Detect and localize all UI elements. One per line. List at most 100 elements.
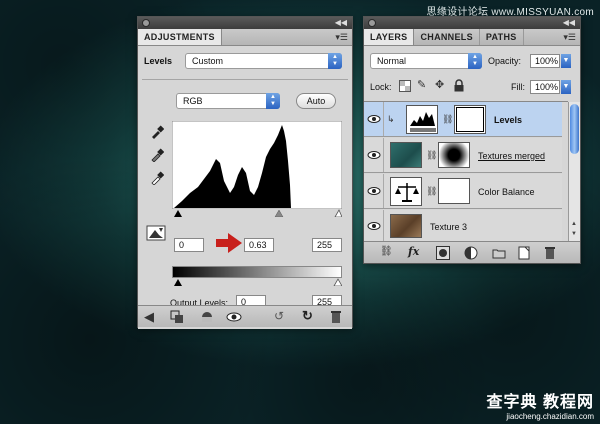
- layer-row-color-balance[interactable]: ⛓ Color Balance: [364, 174, 562, 209]
- tab-adjustments[interactable]: ADJUSTMENTS: [138, 29, 222, 45]
- auto-button[interactable]: Auto: [296, 93, 336, 109]
- chevron-updown-icon: ▲ ▼: [328, 53, 342, 69]
- layers-tabbar: LAYERS CHANNELS PATHS ▾☰: [364, 29, 580, 46]
- panel-menu-icon[interactable]: ▾☰: [563, 29, 576, 46]
- close-icon[interactable]: [368, 19, 376, 27]
- layer-mask-thumbnail[interactable]: [438, 142, 470, 168]
- panel-menu-icon[interactable]: ▾☰: [335, 29, 348, 46]
- chain-link-icon[interactable]: ⛓: [426, 150, 437, 161]
- scroll-up-icon[interactable]: ▲: [571, 221, 577, 227]
- layers-panel: ◀◀ LAYERS CHANNELS PATHS ▾☰ Normal ▲ ▼ Op…: [363, 16, 581, 264]
- adjustments-tabbar: ADJUSTMENTS ▾☰: [138, 29, 352, 46]
- layer-row-levels[interactable]: ↳ ⛓ Levels: [364, 102, 562, 137]
- channel-select[interactable]: RGB ▲ ▼: [176, 93, 280, 109]
- input-black-field[interactable]: 0: [174, 238, 204, 252]
- input-gamma-field[interactable]: 0.63: [244, 238, 274, 252]
- visibility-eye-icon[interactable]: [367, 186, 381, 196]
- clip-layer-icon[interactable]: [200, 310, 214, 324]
- white-eyedropper-icon[interactable]: [150, 171, 164, 185]
- gray-eyedropper-icon[interactable]: [150, 148, 164, 162]
- input-white-field[interactable]: 255: [312, 238, 342, 252]
- red-arrow-icon: [216, 233, 242, 253]
- new-layer-icon[interactable]: [518, 246, 530, 260]
- trash-icon[interactable]: [544, 246, 556, 260]
- visibility-eye-icon[interactable]: [367, 150, 381, 160]
- color-balance-thumbnail-icon: [390, 177, 422, 206]
- opacity-label: Opacity:: [488, 56, 522, 66]
- layer-style-icon[interactable]: fx: [408, 245, 419, 258]
- layers-titlebar: ◀◀: [364, 17, 580, 29]
- visibility-eye-icon[interactable]: [226, 311, 242, 323]
- layer-mask-thumbnail[interactable]: [438, 178, 470, 204]
- trash-icon[interactable]: [330, 310, 342, 324]
- tab-layers[interactable]: LAYERS: [364, 29, 415, 45]
- fill-dropdown-icon[interactable]: ▼: [561, 80, 571, 94]
- preset-select[interactable]: Custom ▲ ▼: [185, 53, 342, 69]
- adjustments-titlebar: ◀◀: [138, 17, 352, 29]
- layer-name[interactable]: Textures merged: [478, 151, 545, 161]
- blend-mode-value: Normal: [377, 56, 407, 66]
- new-group-icon[interactable]: [492, 247, 506, 259]
- texture-thumbnail: [390, 214, 422, 238]
- layer-visibility-toggle[interactable]: [364, 174, 384, 208]
- layer-name[interactable]: Color Balance: [478, 187, 535, 197]
- layer-row-textures-merged[interactable]: ⛓ Textures merged: [364, 138, 562, 173]
- visibility-eye-icon[interactable]: [367, 221, 381, 231]
- layer-visibility-toggle[interactable]: [364, 102, 384, 136]
- chevron-updown-icon: ▲ ▼: [266, 93, 280, 109]
- add-mask-icon[interactable]: [436, 246, 450, 260]
- panel-view-icon[interactable]: [170, 310, 184, 324]
- layer-visibility-toggle[interactable]: [364, 138, 384, 172]
- layers-scrollbar[interactable]: ▲ ▼: [568, 102, 580, 241]
- lock-position-icon[interactable]: ✥: [435, 78, 444, 91]
- adjustments-bottombar: ◀ ↺ ↻: [138, 305, 352, 327]
- lock-label: Lock:: [370, 82, 392, 92]
- fill-label: Fill:: [511, 82, 525, 92]
- tab-channels[interactable]: CHANNELS: [414, 29, 480, 45]
- chain-link-icon[interactable]: ⛓: [442, 114, 453, 125]
- scroll-down-icon[interactable]: ▼: [571, 231, 577, 237]
- collapse-icon[interactable]: ◀◀: [563, 17, 575, 29]
- close-icon[interactable]: [142, 19, 150, 27]
- channel-select-value: RGB: [183, 96, 203, 106]
- preset-select-value: Custom: [192, 56, 224, 66]
- layer-visibility-toggle[interactable]: [364, 210, 384, 241]
- layers-bottombar: ⛓ fx: [364, 241, 580, 263]
- chevron-updown-icon: ▲ ▼: [468, 53, 482, 69]
- tab-paths[interactable]: PATHS: [480, 29, 524, 45]
- lock-pixels-icon[interactable]: ✎: [417, 78, 426, 91]
- chain-link-icon[interactable]: ⛓: [426, 186, 437, 197]
- visibility-eye-icon[interactable]: [367, 114, 381, 124]
- clipping-warning-icon[interactable]: [146, 225, 166, 241]
- collapse-icon[interactable]: ◀◀: [335, 17, 347, 29]
- levels-adjustment-thumbnail-icon: [406, 105, 438, 134]
- blend-mode-select[interactable]: Normal ▲ ▼: [370, 53, 482, 69]
- adjustments-panel: ◀◀ ADJUSTMENTS ▾☰ Levels Custom ▲ ▼ RGB ▲…: [137, 16, 353, 329]
- link-layers-icon[interactable]: ⛓: [380, 246, 393, 257]
- histogram: [172, 121, 342, 209]
- layer-name[interactable]: Levels: [494, 115, 522, 125]
- fill-field[interactable]: 100%: [530, 80, 560, 94]
- adjustments-body: Levels Custom ▲ ▼ RGB ▲ ▼ Auto 0 0.63 25…: [138, 47, 352, 329]
- back-icon[interactable]: ◀: [144, 310, 154, 323]
- output-slider[interactable]: [172, 278, 342, 286]
- layer-name[interactable]: Texture 3: [430, 222, 467, 232]
- lock-all-icon[interactable]: [454, 79, 464, 92]
- lock-transparent-icon[interactable]: [399, 80, 411, 92]
- scrollbar-thumb[interactable]: [570, 104, 579, 154]
- divider: [142, 79, 348, 80]
- reset-icon[interactable]: ↻: [302, 309, 313, 323]
- opacity-dropdown-icon[interactable]: ▼: [561, 54, 571, 68]
- adjustment-layer-icon[interactable]: [464, 246, 478, 260]
- layer-mask-thumbnail[interactable]: [454, 105, 486, 134]
- watermark-bottom: 查字典 教程网 jiaocheng.chazidian.com: [487, 388, 594, 421]
- texture-thumbnail: [390, 142, 422, 168]
- watermark-bottom-title: 查字典 教程网: [486, 394, 594, 411]
- black-eyedropper-icon[interactable]: [150, 125, 164, 139]
- input-slider[interactable]: [172, 209, 342, 217]
- watermark-bottom-url: jiaocheng.chazidian.com: [506, 412, 594, 421]
- output-gradient: [172, 266, 342, 278]
- opacity-field[interactable]: 100%: [530, 54, 560, 68]
- previous-state-icon[interactable]: ↺: [274, 309, 284, 323]
- layer-row-texture-3[interactable]: Texture 3: [364, 210, 562, 242]
